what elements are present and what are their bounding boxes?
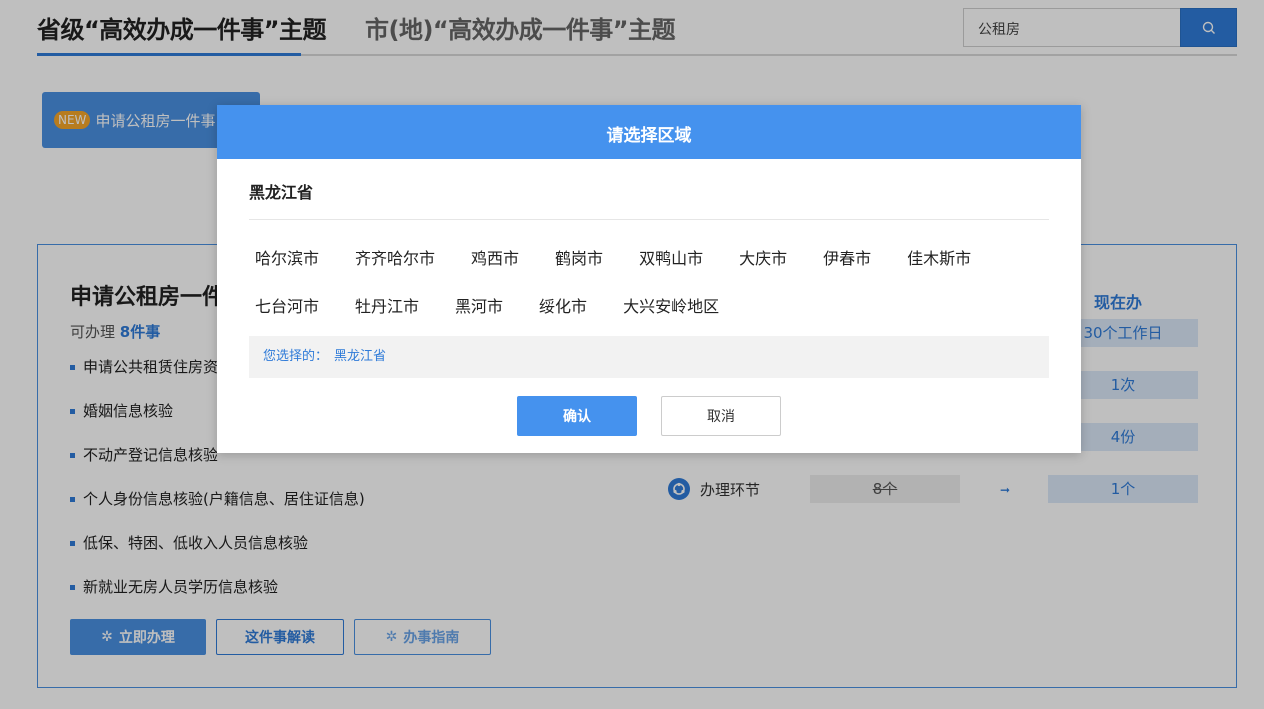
city-option[interactable]: 齐齐哈尔市 xyxy=(349,241,441,271)
selection-display: 您选择的： 黑龙江省 xyxy=(249,336,1049,378)
city-row: 七台河市 牡丹江市 黑河市 绥化市 大兴安岭地区 xyxy=(249,289,1049,337)
city-list: 哈尔滨市 齐齐哈尔市 鸡西市 鹤岗市 双鸭山市 大庆市 伊春市 佳木斯市 七台河… xyxy=(249,241,1049,337)
city-option[interactable]: 绥化市 xyxy=(533,289,593,319)
city-option[interactable]: 鹤岗市 xyxy=(549,241,609,271)
province-label[interactable]: 黑龙江省 xyxy=(249,179,313,203)
city-option[interactable]: 伊春市 xyxy=(817,241,877,271)
city-option[interactable]: 鸡西市 xyxy=(465,241,525,271)
selection-value: 黑龙江省 xyxy=(334,349,387,364)
city-option[interactable]: 大庆市 xyxy=(733,241,793,271)
confirm-button[interactable]: 确认 xyxy=(517,396,637,436)
modal-buttons: 确认 取消 xyxy=(517,396,781,436)
city-option[interactable]: 七台河市 xyxy=(249,289,325,319)
city-row: 哈尔滨市 齐齐哈尔市 鸡西市 鹤岗市 双鸭山市 大庆市 伊春市 佳木斯市 xyxy=(249,241,1049,289)
modal-title: 请选择区域 xyxy=(217,105,1081,159)
city-option[interactable]: 大兴安岭地区 xyxy=(617,289,725,319)
city-option[interactable]: 双鸭山市 xyxy=(633,241,709,271)
divider xyxy=(249,219,1049,220)
city-option[interactable]: 佳木斯市 xyxy=(901,241,977,271)
city-option[interactable]: 哈尔滨市 xyxy=(249,241,325,271)
region-select-modal: 请选择区域 黑龙江省 哈尔滨市 齐齐哈尔市 鸡西市 鹤岗市 双鸭山市 大庆市 伊… xyxy=(217,105,1081,453)
city-option[interactable]: 牡丹江市 xyxy=(349,289,425,319)
city-option[interactable]: 黑河市 xyxy=(449,289,509,319)
selection-label: 您选择的： xyxy=(263,349,329,364)
cancel-button[interactable]: 取消 xyxy=(661,396,781,436)
